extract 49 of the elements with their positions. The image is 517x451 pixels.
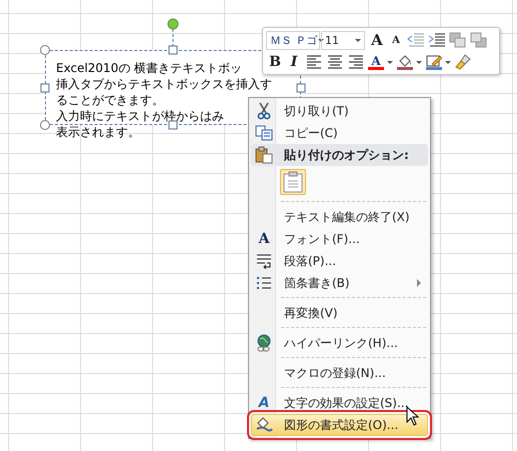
clipboard-icon: [255, 146, 273, 164]
resize-handle[interactable]: [168, 46, 178, 54]
indent-icon[interactable]: [427, 30, 447, 50]
menu-item[interactable]: 段落(P)...: [251, 250, 428, 272]
menu-item[interactable]: A 文字の効果の設定(S)...: [251, 392, 428, 414]
globe-link-icon: [255, 334, 273, 352]
text-effects-icon: A: [258, 395, 270, 411]
font-icon: A: [258, 231, 270, 247]
mouse-pointer-icon: [406, 406, 420, 426]
align-center-icon[interactable]: [325, 52, 345, 72]
align-left-icon[interactable]: [304, 52, 324, 72]
fill-color-button[interactable]: [396, 52, 414, 72]
menu-item[interactable]: テキスト編集の終了(X): [251, 206, 428, 228]
menu-item[interactable]: 再変換(V): [251, 302, 428, 324]
font-color-button[interactable]: A: [367, 52, 385, 72]
scissors-icon: [257, 102, 271, 120]
caret-icon[interactable]: [445, 60, 451, 64]
menu-item[interactable]: マクロの登録(N)...: [251, 362, 428, 384]
italic-button[interactable]: I: [285, 52, 303, 72]
resize-handle[interactable]: [168, 120, 178, 130]
resize-handle[interactable]: [40, 84, 50, 92]
resize-handle[interactable]: [40, 120, 50, 130]
text-line: 挿入タブからテキストボックスを挿入す: [56, 76, 272, 92]
send-backward-icon[interactable]: [469, 30, 489, 50]
font-combo-box[interactable]: 11: [321, 30, 365, 50]
menu-item[interactable]: 切り取り(T): [251, 100, 428, 122]
bullet-list-icon: [256, 276, 272, 290]
text-line: 表示されます。: [56, 124, 140, 140]
bold-button[interactable]: B: [266, 52, 284, 72]
menu-item[interactable]: コピー(C): [251, 122, 428, 144]
resize-handle[interactable]: [40, 45, 50, 55]
line-color-button[interactable]: [425, 52, 443, 72]
menu-item[interactable]: 箇条書き(B): [251, 272, 428, 294]
caret-icon[interactable]: [387, 60, 393, 64]
align-right-icon[interactable]: [346, 52, 366, 72]
paste-options-heading: 貼り付けのオプション:: [282, 146, 410, 164]
copy-icon: [255, 125, 273, 141]
text-line: Excel2010の 横書きテキストボッ: [56, 60, 242, 76]
text-line: 入力時にテキストが枠からはみ: [56, 108, 224, 124]
menu-item[interactable]: ハイパーリンク(H)...: [251, 332, 428, 354]
rotate-line: [172, 28, 174, 46]
resize-handle[interactable]: [296, 84, 306, 92]
shape-format-icon: [255, 416, 273, 434]
paste-option-button[interactable]: [280, 169, 306, 195]
menu-item[interactable]: A フォント(F)...: [251, 228, 428, 250]
rotate-handle[interactable]: [168, 18, 178, 30]
text-line: ることができます。: [56, 92, 164, 108]
caret-icon[interactable]: [416, 60, 422, 64]
paragraph-icon: [256, 253, 272, 269]
